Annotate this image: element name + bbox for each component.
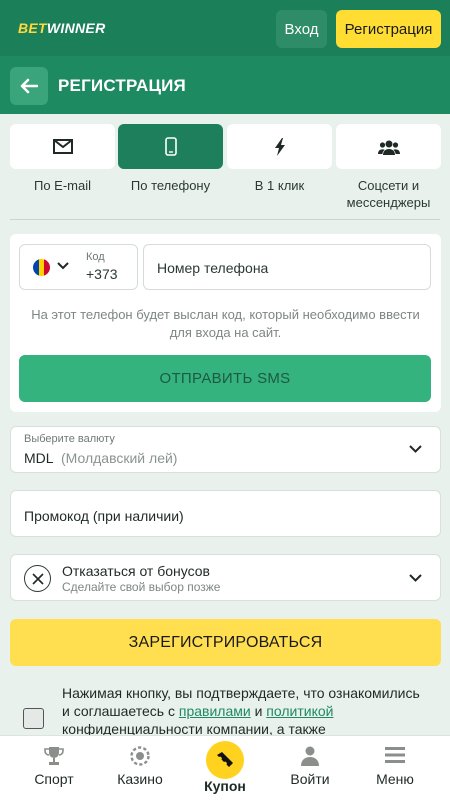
betwinner-logo[interactable]: BETWINNER [18,20,105,36]
nav-menu[interactable]: Меню [350,736,440,800]
tab-email[interactable] [10,124,115,169]
logo-winner-text: WINNER [46,20,106,36]
nav-login[interactable]: Войти [265,736,355,800]
code-label: Код [86,251,105,263]
send-sms-button[interactable]: ОТПРАВИТЬ SMS [19,355,431,402]
users-icon [377,140,400,155]
register-button[interactable]: ЗАРЕГИСТРИРОВАТЬСЯ [10,619,441,666]
tab-phone[interactable] [118,124,223,169]
currency-label: Выберите валюту [24,433,115,445]
coupon-icon [206,741,244,779]
phone-icon [164,137,177,156]
terms-text: Нажимая кнопку, вы подтверждаете, что оз… [62,684,422,738]
nav-login-label: Войти [290,771,330,787]
moldova-flag-icon [33,259,50,276]
nav-sport[interactable]: Спорт [9,736,99,800]
divider [10,219,440,220]
login-button[interactable]: Вход [276,10,327,48]
arrow-left-icon [20,78,38,94]
envelope-icon [52,139,73,154]
tab-social[interactable] [336,124,441,169]
trophy-icon [44,747,64,765]
phone-number-placeholder: Номер телефона [157,260,269,276]
bonus-subtitle: Сделайте свой выбор позже [62,580,221,594]
registration-header: РЕГИСТРАЦИЯ [0,56,450,114]
chevron-down-icon [409,445,422,453]
nav-sport-label: Спорт [34,771,74,787]
policy-link[interactable]: политикой [266,703,333,719]
nav-coupon[interactable]: Купон [180,736,270,800]
tab-one-click[interactable] [227,124,332,169]
lightning-icon [274,137,285,156]
user-icon [301,746,319,766]
page-title: РЕГИСТРАЦИЯ [58,76,186,95]
chevron-down-icon [57,262,69,270]
chevron-down-icon [409,574,422,582]
register-header-button[interactable]: Регистрация [336,10,441,48]
tab-email-label[interactable]: По E-mail [10,177,115,194]
nav-coupon-label: Купон [204,778,246,794]
tab-phone-label[interactable]: По телефону [118,177,223,194]
code-value: +373 [86,266,118,282]
menu-icon [385,747,405,763]
terms-text-part2: и [250,703,267,719]
logo-bet-text: BET [18,20,47,36]
nav-menu-label: Меню [376,771,414,787]
casino-chip-icon [130,746,150,766]
sms-hint-text: На этот телефон будет выслан код, которы… [31,307,420,340]
promo-code-placeholder: Промокод (при наличии) [24,508,184,524]
rules-link[interactable]: правилами [179,703,251,719]
tab-social-label[interactable]: Соцсети и мессенджеры [336,177,441,211]
nav-casino[interactable]: Казино [95,736,185,800]
currency-code: MDL [24,450,54,466]
currency-name: (Молдавский лей) [61,450,178,466]
terms-checkbox[interactable] [23,708,44,729]
back-button[interactable] [10,67,48,105]
close-circle-icon [24,565,51,592]
bonus-title: Отказаться от бонусов [62,563,210,579]
top-bar: BETWINNER Вход Регистрация [0,0,450,56]
tab-one-click-label[interactable]: В 1 клик [227,177,332,194]
nav-casino-label: Казино [117,771,163,787]
bottom-nav: Спорт Казино Купон Войти Меню [0,735,450,800]
